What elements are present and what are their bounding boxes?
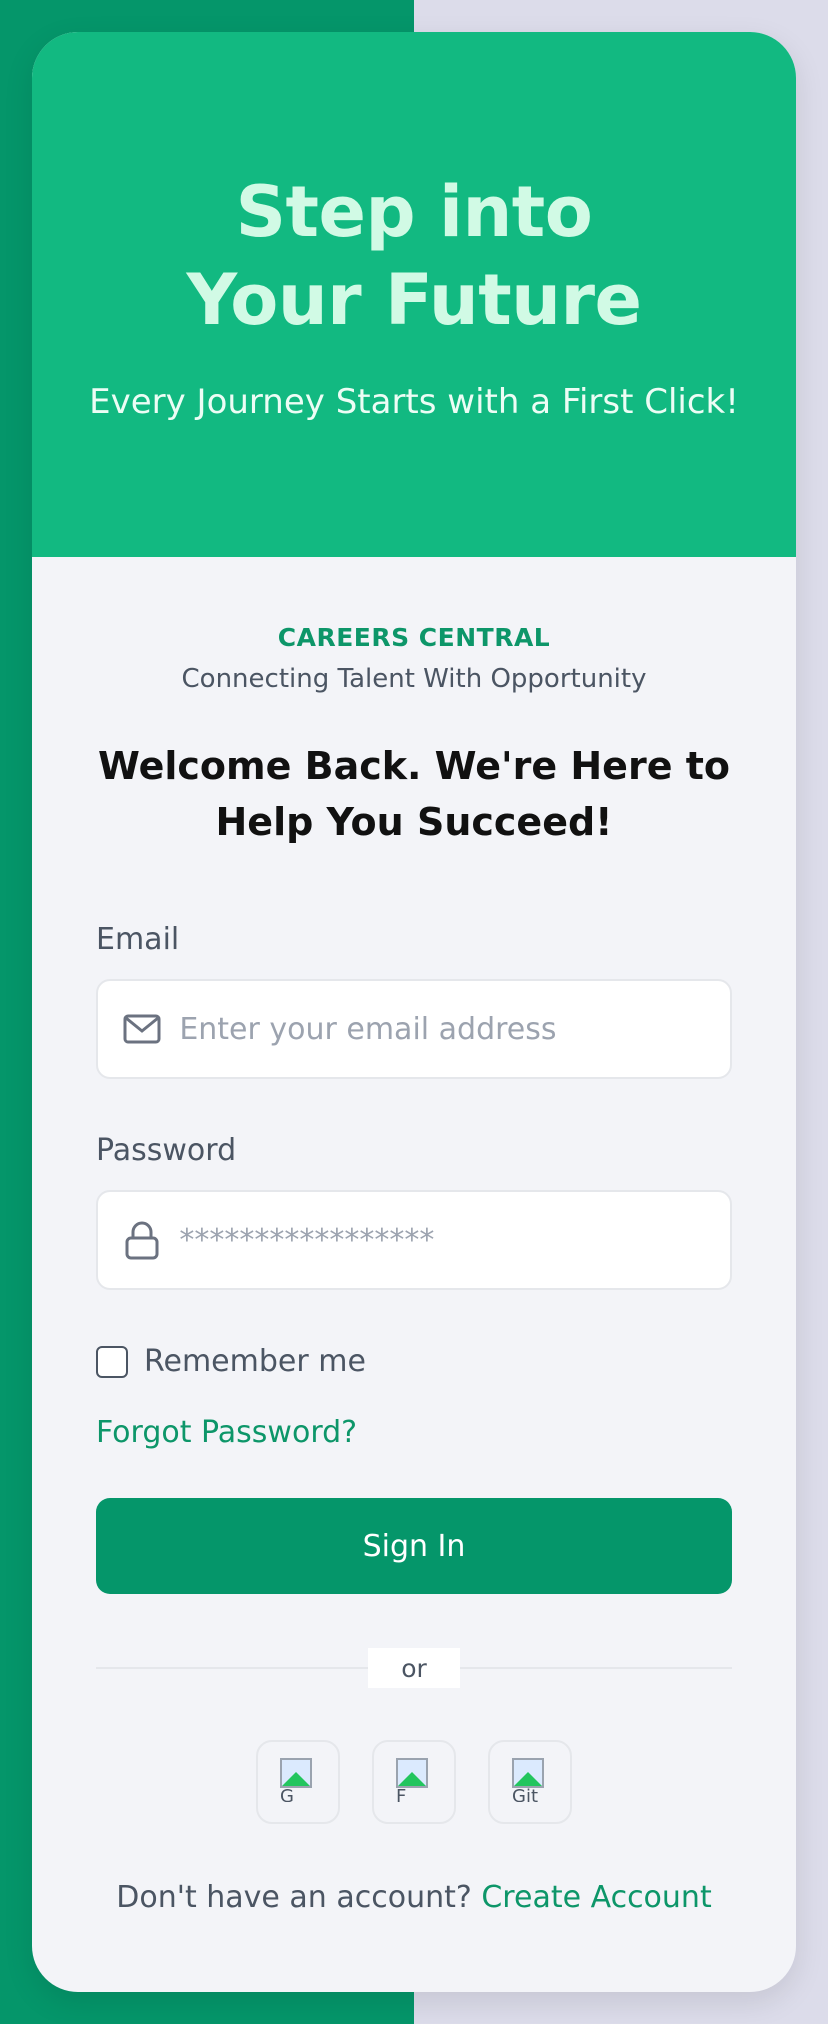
forgot-password-link[interactable]: Forgot Password? [96,1415,357,1450]
hero-title-line1: Step into [235,171,593,253]
remember-me[interactable]: Remember me [96,1344,732,1379]
social-login-button[interactable]: Git [488,1740,572,1824]
password-input[interactable] [179,1222,730,1258]
sign-in-button[interactable]: Sign In [96,1498,732,1594]
or-divider: or [96,1648,732,1688]
welcome-heading: Welcome Back. We're Here to Help You Suc… [98,744,730,844]
social-alt-text: Git [512,1786,539,1803]
password-field[interactable] [96,1190,732,1290]
social-login-button[interactable]: F [372,1740,456,1824]
create-account-link[interactable]: Create Account [481,1880,711,1915]
brand-name: CAREERS CENTRAL [277,623,551,652]
hero-title-line2: Your Future [186,259,642,341]
mail-icon [122,1009,161,1049]
hero-subtitle: Every Journey Starts with a First Click! [89,382,739,422]
login-body: CAREERS CENTRAL Connecting Talent With O… [32,623,796,1915]
social-alt-text: G [280,1786,294,1803]
remember-label: Remember me [144,1344,366,1379]
signup-prompt-text: Don't have an account? [116,1880,472,1915]
login-card: Step into Your Future Every Journey Star… [32,32,796,1992]
broken-image-icon: Git [512,1758,548,1802]
image-placeholder [280,1758,312,1788]
email-input[interactable] [179,1011,730,1047]
signup-prompt: Don't have an account? Create Account [96,1880,732,1915]
brand-tagline: Connecting Talent With Opportunity [181,664,647,694]
password-label: Password [96,1133,237,1168]
broken-image-icon: F [396,1758,432,1802]
broken-image-icon: G [280,1758,316,1802]
lock-icon [122,1220,161,1260]
divider-text: or [368,1648,460,1688]
email-label: Email [96,922,180,957]
social-alt-text: F [396,1786,407,1803]
email-field[interactable] [96,979,732,1079]
image-placeholder [512,1758,544,1788]
image-placeholder [396,1758,428,1788]
hero-banner: Step into Your Future Every Journey Star… [32,32,796,557]
hero-title: Step into Your Future [32,168,796,344]
social-login-button[interactable]: G [256,1740,340,1824]
remember-checkbox[interactable] [96,1345,128,1378]
social-login-row: G F Git [96,1740,732,1824]
